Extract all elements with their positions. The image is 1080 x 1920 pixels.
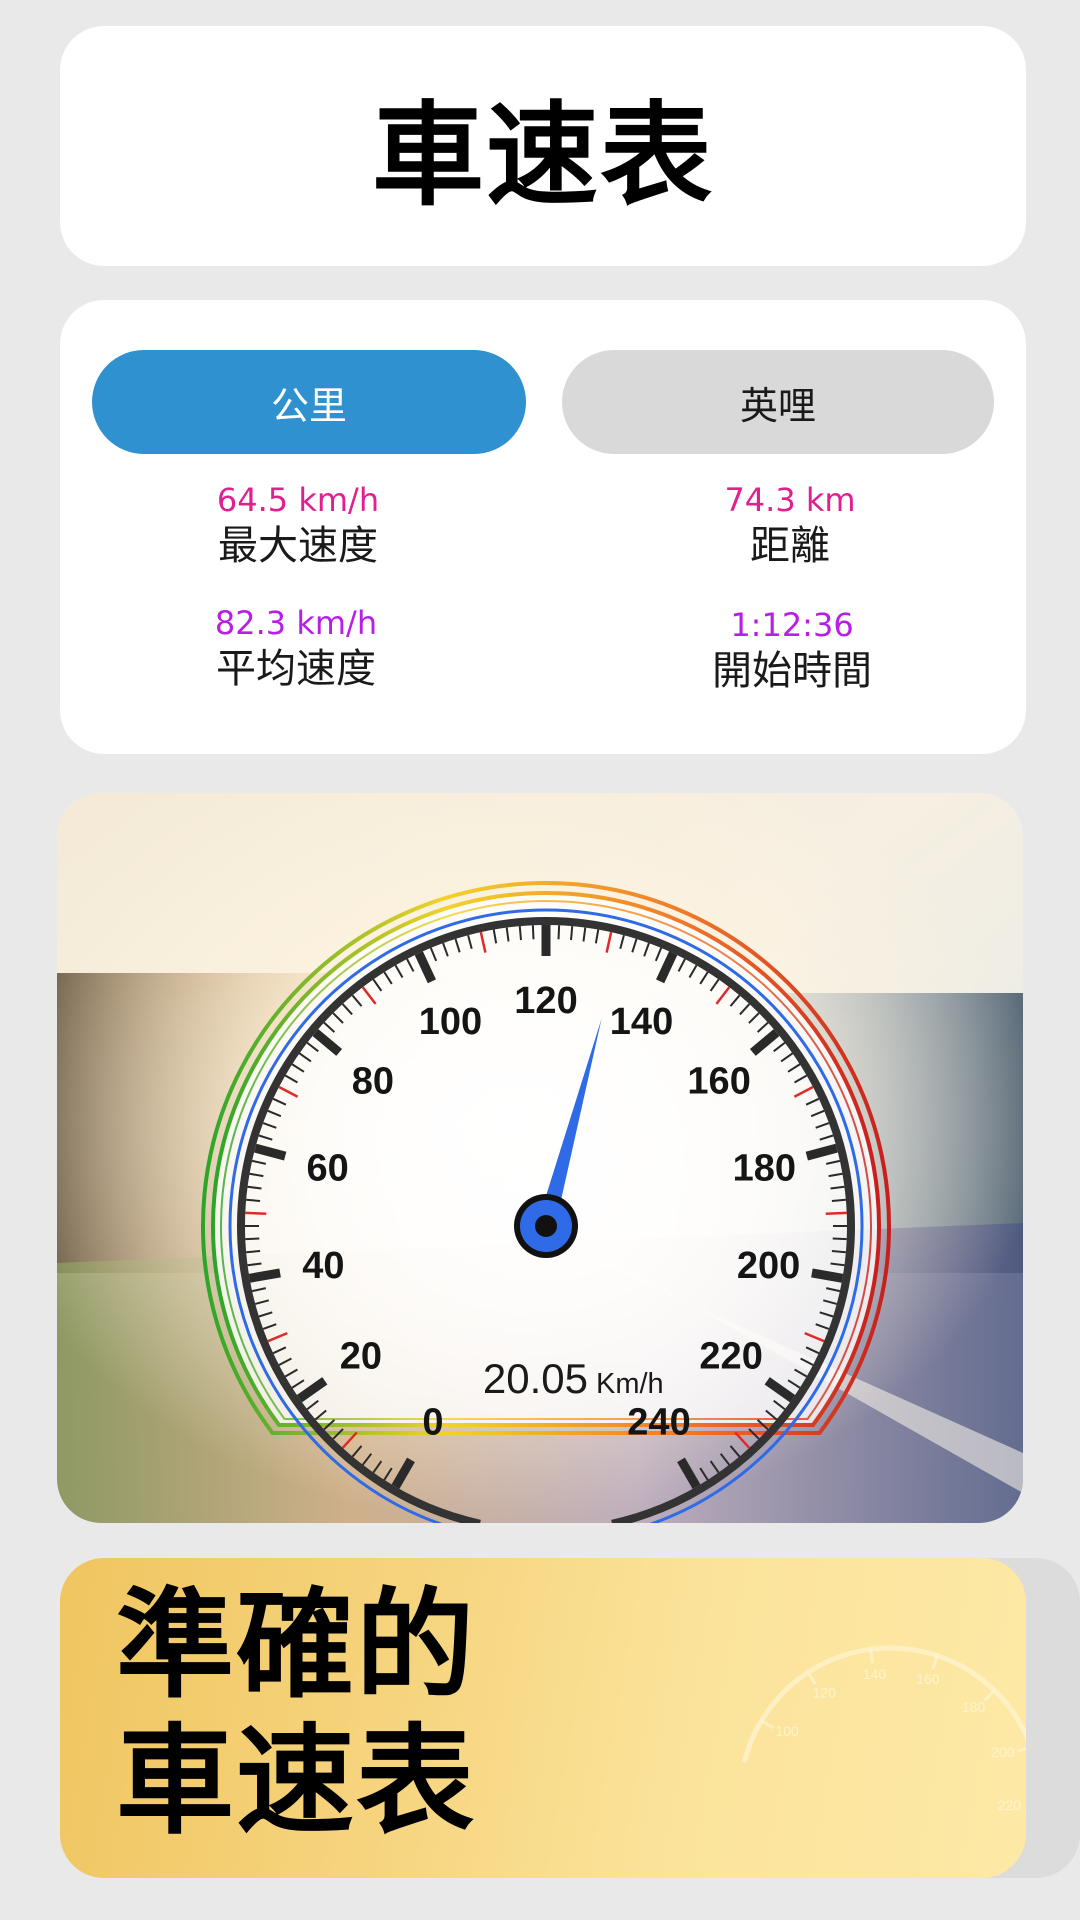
avg-speed-value: 82.3 km/h [214,604,378,642]
avg-speed-label: 平均速度 [216,646,376,692]
speed-readout-unit: Km/h [596,1368,664,1400]
minor-tick [570,926,574,941]
promo-line-2: 車速表 [116,1712,477,1850]
faded-tick-label: 180 [962,1699,986,1715]
tick-label: 120 [514,980,577,1022]
minor-tick [831,1198,846,1202]
major-tick [811,1268,844,1283]
faded-tick-label: 140 [863,1666,887,1682]
tick-label: 80 [352,1061,394,1103]
stat-max-speed: 64.5 km/h 最大速度 [98,480,498,572]
speedometer-gauge: 0 20 40 60 80 100 120 140 160 180 200 220240 20.05 Km… [57,793,1023,1523]
start-time-label: 開始時間 [712,648,872,694]
start-time-value: 1:12:36 [730,606,854,644]
faded-tick-label: 220 [998,1797,1022,1813]
promo-banner: 100 120 140 160 180 200 220 準確的 車速表 [60,1558,1080,1878]
minor-tick [245,1211,267,1216]
stat-start-time: 1:12:36 開始時間 [592,605,992,697]
minor-tick [246,1198,261,1202]
stat-distance: 74.3 km 距離 [590,480,990,572]
faded-tick-label: 100 [775,1723,799,1739]
tab-miles[interactable]: 英哩 [562,350,994,454]
app-title: 車速表 [372,91,714,221]
stats-card: 公里 英哩 64.5 km/h 最大速度 74.3 km 距離 82.3 km/… [60,300,1026,754]
faded-tick-label: 200 [991,1744,1015,1760]
tick-label: 0 [422,1402,443,1444]
max-speed-label: 最大速度 [218,523,378,569]
stat-avg-speed: 82.3 km/h 平均速度 [96,603,496,695]
tick-label: 240 [627,1402,690,1444]
minor-tick [531,925,535,940]
promo-card: 100 120 140 160 180 200 220 準確的 車速表 [60,1558,1026,1878]
tab-km[interactable]: 公里 [92,350,526,454]
max-speed-value: 64.5 km/h [216,481,380,519]
speedometer-card: 0 20 40 60 80 100 120 140 160 180 200 220 240 20.05 Km… [57,793,1023,1523]
minor-tick [245,1237,260,1241]
tick-label: 40 [302,1245,344,1287]
tick-label: 180 [733,1148,796,1190]
minor-tick [831,1250,846,1254]
distance-label: 距離 [750,523,830,569]
speed-readout-value: 20.05 [483,1355,588,1402]
tick-label: 200 [737,1245,800,1287]
promo-line-1: 準確的 [116,1576,477,1714]
faded-tick [983,1689,996,1702]
faded-tick [869,1649,874,1664]
major-tick [248,1268,281,1283]
faded-tick-label: 160 [916,1671,940,1687]
minor-tick [832,1237,847,1241]
distance-value: 74.3 km [724,481,856,519]
faded-tick [806,1671,817,1686]
minor-tick [825,1211,847,1216]
faded-tick-label: 120 [813,1685,837,1701]
tick-label: 160 [687,1061,750,1103]
minor-tick [518,926,522,941]
tick-label: 20 [340,1336,382,1378]
tick-label: 220 [699,1336,762,1378]
minor-tick [557,925,561,940]
minor-tick [246,1250,261,1254]
faded-tick [931,1655,939,1670]
needle-hub-center [535,1215,557,1237]
tick-label: 60 [307,1148,349,1190]
title-card: 車速表 [60,26,1026,266]
faded-tick [760,1719,775,1730]
tick-label: 140 [610,1001,673,1043]
faded-tick [1017,1746,1026,1753]
tick-label: 100 [419,1001,482,1043]
faded-tick [1025,1810,1026,1814]
